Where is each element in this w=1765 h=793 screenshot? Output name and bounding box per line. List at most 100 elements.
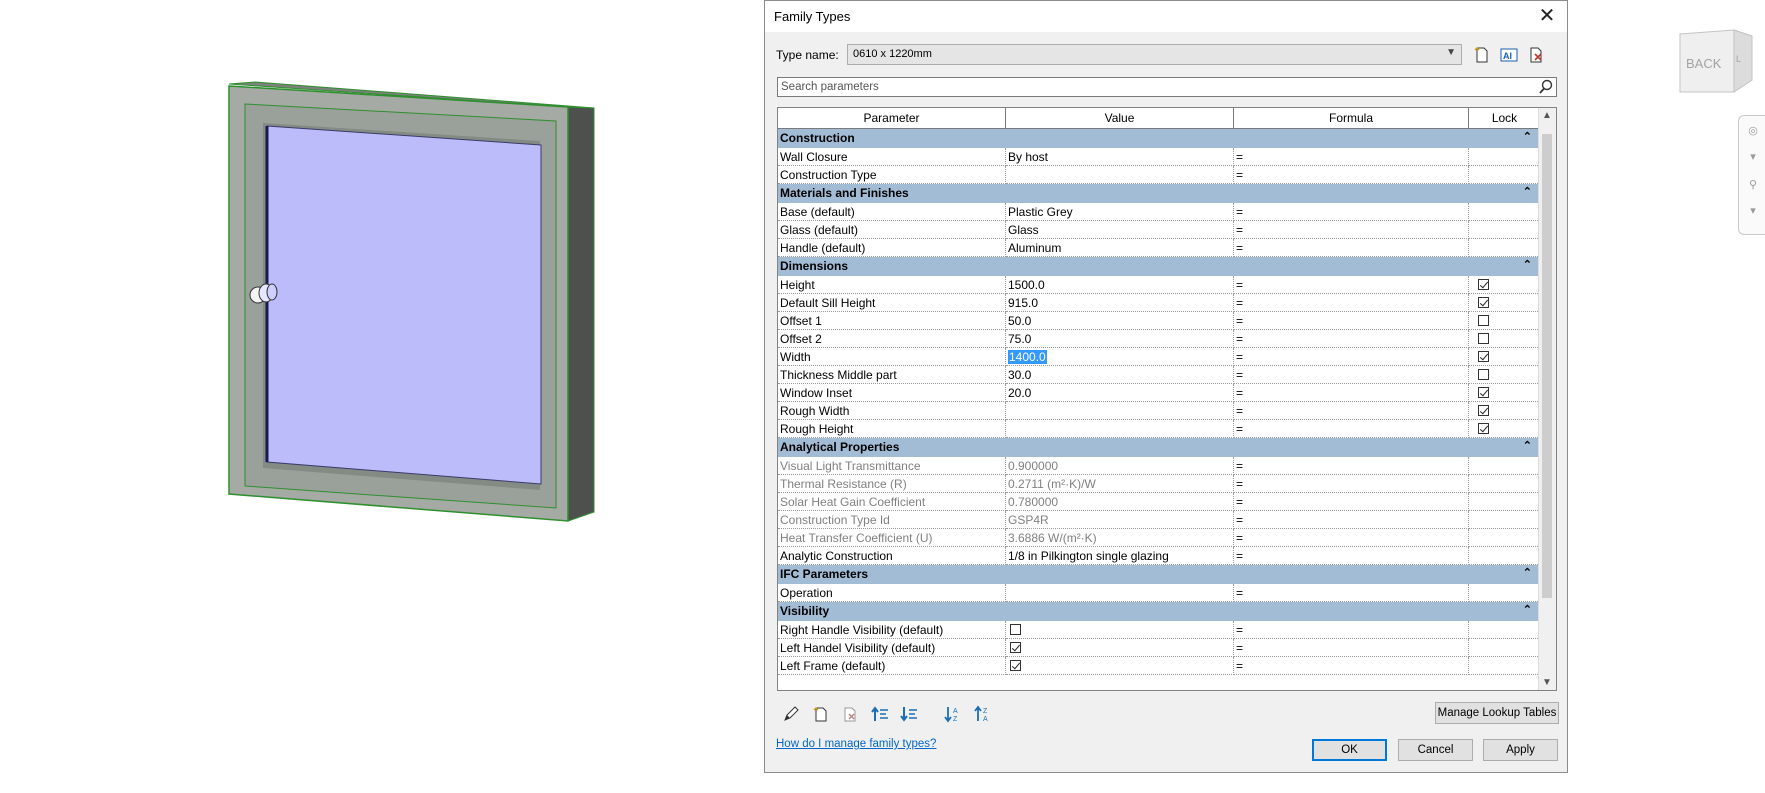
table-row[interactable]: Heat Transfer Coefficient (U) 3.6886 W/(m…: [778, 529, 1540, 547]
parameter-formula[interactable]: =: [1234, 402, 1469, 420]
model-viewport[interactable]: [0, 0, 700, 790]
parameter-formula[interactable]: =: [1234, 420, 1469, 438]
group-header[interactable]: Construction ⌃: [778, 129, 1540, 149]
table-row[interactable]: Solar Heat Gain Coefficient 0.780000 =: [778, 493, 1540, 511]
lock-checkbox[interactable]: [1478, 315, 1489, 326]
parameter-value[interactable]: [1006, 621, 1234, 639]
table-row[interactable]: Construction Type Id GSP4R =: [778, 511, 1540, 529]
table-row[interactable]: Glass (default) Glass =: [778, 221, 1540, 239]
parameter-formula[interactable]: =: [1234, 475, 1469, 493]
parameter-value[interactable]: By host: [1006, 148, 1234, 166]
table-row[interactable]: Analytic Construction 1/8 in Pilkington s…: [778, 547, 1540, 565]
parameter-formula[interactable]: =: [1234, 294, 1469, 312]
parameter-formula[interactable]: =: [1234, 348, 1469, 366]
lock-checkbox[interactable]: [1478, 423, 1489, 434]
table-row[interactable]: Operation =: [778, 584, 1540, 602]
search-input[interactable]: Search parameters: [777, 77, 1557, 97]
lock-checkbox[interactable]: [1478, 333, 1489, 344]
group-header[interactable]: IFC Parameters ⌃: [778, 565, 1540, 585]
parameter-formula[interactable]: =: [1234, 366, 1469, 384]
parameter-formula[interactable]: =: [1234, 457, 1469, 475]
column-header-value[interactable]: Value: [1006, 108, 1234, 128]
parameter-value[interactable]: [1006, 584, 1234, 602]
table-row[interactable]: Construction Type =: [778, 166, 1540, 184]
parameter-lock[interactable]: [1469, 402, 1540, 420]
table-row[interactable]: Window Inset 20.0 =: [778, 384, 1540, 402]
apply-button[interactable]: Apply: [1483, 739, 1558, 761]
edit-parameter-icon[interactable]: [781, 704, 801, 724]
move-up-icon[interactable]: [870, 704, 890, 724]
table-row[interactable]: Offset 2 75.0 =: [778, 330, 1540, 348]
ok-button[interactable]: OK: [1312, 739, 1387, 761]
collapse-icon[interactable]: ⌃: [1523, 566, 1532, 579]
parameter-value[interactable]: [1006, 166, 1234, 184]
zoom-icon[interactable]: ⚲: [1744, 178, 1762, 191]
parameter-formula[interactable]: =: [1234, 384, 1469, 402]
parameter-value[interactable]: Plastic Grey: [1006, 203, 1234, 221]
parameter-value[interactable]: Glass: [1006, 221, 1234, 239]
window-model[interactable]: [0, 0, 700, 790]
lock-checkbox[interactable]: [1478, 369, 1489, 380]
parameter-lock[interactable]: [1469, 366, 1540, 384]
parameter-value[interactable]: 0.2711 (m²·K)/W: [1006, 475, 1234, 493]
parameter-value[interactable]: Aluminum: [1006, 239, 1234, 257]
parameter-value[interactable]: 50.0: [1006, 312, 1234, 330]
parameter-formula[interactable]: =: [1234, 203, 1469, 221]
group-header[interactable]: Visibility ⌃: [778, 602, 1540, 622]
table-row[interactable]: Height 1500.0 =: [778, 276, 1540, 294]
parameter-lock[interactable]: [1469, 420, 1540, 438]
parameter-value[interactable]: 3.6886 W/(m²·K): [1006, 529, 1234, 547]
parameter-formula[interactable]: =: [1234, 584, 1469, 602]
lock-checkbox[interactable]: [1478, 405, 1489, 416]
parameter-value[interactable]: 30.0: [1006, 366, 1234, 384]
new-type-icon[interactable]: [1472, 45, 1492, 65]
manage-lookup-tables-button[interactable]: Manage Lookup Tables: [1435, 702, 1559, 724]
navigation-bar[interactable]: ◎ ▾ ⚲ ▾: [1738, 115, 1765, 235]
parameter-lock[interactable]: [1469, 330, 1540, 348]
collapse-icon[interactable]: ⌃: [1523, 130, 1532, 143]
parameter-value[interactable]: 0.780000: [1006, 493, 1234, 511]
parameter-value[interactable]: [1006, 657, 1234, 675]
table-row[interactable]: Rough Height =: [778, 420, 1540, 438]
parameter-formula[interactable]: =: [1234, 639, 1469, 657]
parameter-value[interactable]: [1006, 639, 1234, 657]
table-row[interactable]: Handle (default) Aluminum =: [778, 239, 1540, 257]
parameter-formula[interactable]: =: [1234, 330, 1469, 348]
lock-checkbox[interactable]: [1478, 279, 1489, 290]
parameter-lock[interactable]: [1469, 348, 1540, 366]
parameter-value[interactable]: 915.0: [1006, 294, 1234, 312]
lock-checkbox[interactable]: [1478, 297, 1489, 308]
parameter-lock[interactable]: [1469, 276, 1540, 294]
table-row[interactable]: Left Frame (default) =: [778, 657, 1540, 675]
table-row[interactable]: Rough Width =: [778, 402, 1540, 420]
parameter-formula[interactable]: =: [1234, 276, 1469, 294]
collapse-icon[interactable]: ⌃: [1523, 439, 1532, 452]
table-row[interactable]: Wall Closure By host =: [778, 148, 1540, 166]
collapse-icon[interactable]: ⌃: [1523, 258, 1532, 271]
parameter-value[interactable]: GSP4R: [1006, 511, 1234, 529]
group-header[interactable]: Dimensions ⌃: [778, 257, 1540, 277]
scroll-thumb[interactable]: [1542, 134, 1552, 598]
parameter-formula[interactable]: =: [1234, 166, 1469, 184]
sort-ascending-icon[interactable]: AZ: [943, 704, 963, 724]
parameters-table[interactable]: Parameter Value Formula Lock Constructio…: [777, 107, 1557, 691]
column-header-parameter[interactable]: Parameter: [778, 108, 1006, 128]
table-row[interactable]: Visual Light Transmittance 0.900000 =: [778, 457, 1540, 475]
steering-wheel-icon[interactable]: ◎: [1744, 124, 1762, 137]
group-header[interactable]: Materials and Finishes ⌃: [778, 184, 1540, 204]
help-link[interactable]: How do I manage family types?: [776, 738, 936, 750]
value-checkbox[interactable]: [1010, 642, 1021, 653]
parameter-value[interactable]: 1500.0: [1006, 276, 1234, 294]
parameter-formula[interactable]: =: [1234, 621, 1469, 639]
lock-checkbox[interactable]: [1478, 351, 1489, 362]
parameter-formula[interactable]: =: [1234, 511, 1469, 529]
delete-parameter-icon[interactable]: [840, 704, 860, 724]
collapse-icon[interactable]: ⌃: [1523, 185, 1532, 198]
value-checkbox[interactable]: [1010, 624, 1021, 635]
chevron-down-icon[interactable]: ▾: [1744, 150, 1762, 163]
type-name-select[interactable]: 0610 x 1220mm ▼: [847, 44, 1462, 65]
parameter-lock[interactable]: [1469, 312, 1540, 330]
scroll-up-icon[interactable]: ▲: [1542, 110, 1552, 121]
table-row[interactable]: Thermal Resistance (R) 0.2711 (m²·K)/W =: [778, 475, 1540, 493]
table-row[interactable]: Thickness Middle part 30.0 =: [778, 366, 1540, 384]
